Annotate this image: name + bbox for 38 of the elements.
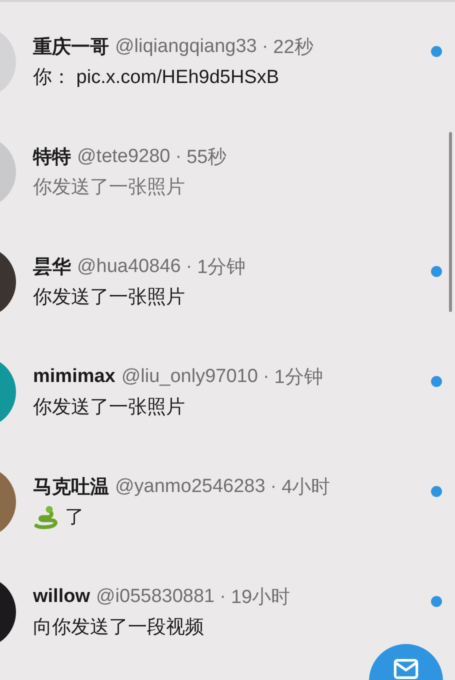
message-preview: 了 [65, 506, 84, 530]
user-name: 重庆一哥 [33, 36, 109, 60]
message-preview: 你： pic.x.com/HEh9d5HSxB [33, 66, 280, 90]
separator-dot: · [175, 146, 182, 168]
separator-dot: · [262, 366, 270, 388]
separator-dot: · [270, 476, 277, 498]
user-handle: @tete9280 [77, 146, 170, 168]
snake-icon [33, 504, 59, 530]
timestamp: 22秒 [273, 36, 314, 60]
user-handle: @liqiangqiang33 [115, 36, 257, 58]
conversation-item[interactable]: 昙华 @hua40846 · 1分钟 你发送了一张照片 [0, 227, 455, 337]
conversation-item[interactable]: mimimax @liu_only97010 · 1分钟 你发送了一张照片 [0, 337, 455, 447]
separator-dot: · [262, 36, 268, 58]
timestamp: 1分钟 [197, 256, 246, 280]
conversation-item[interactable]: 马克吐温 @yanmo2546283 · 4小时 了 [0, 447, 455, 557]
conversation-item[interactable]: 特特 @tete9280 · 55秒 你发送了一张照片 [0, 117, 455, 227]
timestamp: 4小时 [282, 476, 330, 500]
message-preview: 你发送了一张照片 [33, 286, 185, 310]
user-name: 昙华 [33, 256, 71, 280]
user-handle: @yanmo2546283 [115, 476, 266, 498]
envelope-icon [393, 658, 419, 680]
timestamp: 55秒 [186, 146, 227, 170]
message-preview: 你发送了一张照片 [33, 396, 185, 420]
message-preview: 你发送了一张照片 [33, 176, 185, 200]
conversation-item[interactable]: 重庆一哥 @liqiangqiang33 · 22秒 你： pic.x.com/HEh9d5HSxB [0, 7, 455, 117]
separator-dot: · [220, 586, 226, 608]
message-preview: 向你发送了一段视频 [33, 616, 204, 640]
user-handle: @i055830881 [96, 586, 215, 608]
user-handle: @hua40846 [77, 256, 181, 278]
user-name: mimimax [33, 366, 116, 388]
user-name: 特特 [33, 146, 71, 170]
separator-dot: · [186, 256, 192, 278]
timestamp: 19小时 [230, 586, 290, 610]
user-name: 马克吐温 [33, 476, 109, 500]
timestamp: 1分钟 [274, 366, 323, 390]
conversation-item[interactable]: willow @i055830881 · 19小时 向你发送了一段视频 [0, 557, 455, 667]
user-handle: @liu_only97010 [121, 366, 258, 388]
user-name: willow [33, 586, 90, 608]
